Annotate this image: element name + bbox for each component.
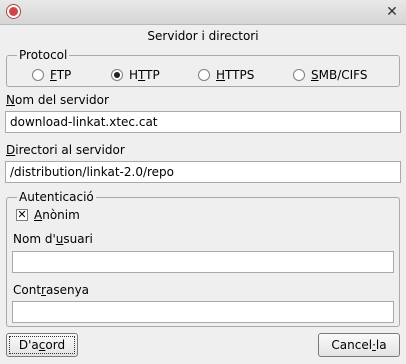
close-icon[interactable]: ✕: [384, 4, 400, 20]
password-label: Contrasenya: [13, 283, 90, 297]
username-input[interactable]: [12, 251, 394, 273]
directory-input[interactable]: /distribution/linkat-2.0/repo: [5, 161, 401, 183]
radio-ftp-label: FTP: [50, 68, 72, 82]
radio-https[interactable]: HTTPS: [198, 67, 254, 83]
radio-https-circle[interactable]: [198, 69, 210, 81]
radio-smb[interactable]: SMB/CIFS: [293, 67, 367, 83]
app-icon: [6, 4, 21, 19]
anonymous-checkbox-row[interactable]: ✕ Anònim: [16, 208, 80, 222]
auth-legend: Autenticació: [17, 190, 96, 204]
title-bar: ✕: [0, 0, 406, 25]
anonymous-label: Anònim: [34, 208, 80, 222]
directory-label: Directori al servidor: [6, 143, 125, 157]
server-input[interactable]: download-linkat.xtec.cat: [5, 111, 401, 133]
radio-http-circle[interactable]: [111, 69, 123, 81]
radio-https-label: HTTPS: [216, 68, 255, 82]
dialog-title: Servidor i directori: [147, 29, 259, 43]
password-input[interactable]: [12, 301, 394, 323]
radio-ftp[interactable]: FTP: [32, 67, 71, 83]
server-label: Nom del servidor: [6, 93, 109, 107]
ok-button[interactable]: D'acord: [6, 333, 78, 357]
radio-smb-circle[interactable]: [293, 69, 305, 81]
radio-ftp-circle[interactable]: [32, 69, 44, 81]
radio-http[interactable]: HTTP: [111, 67, 160, 83]
radio-smb-label: SMB/CIFS: [311, 68, 368, 82]
username-label: Nom d'usuari: [13, 232, 93, 246]
anonymous-checkbox[interactable]: ✕: [16, 209, 28, 221]
cancel-button[interactable]: Cancel·la: [318, 333, 400, 357]
protocol-legend: Protocol: [17, 48, 70, 62]
radio-http-label: HTTP: [129, 68, 160, 82]
